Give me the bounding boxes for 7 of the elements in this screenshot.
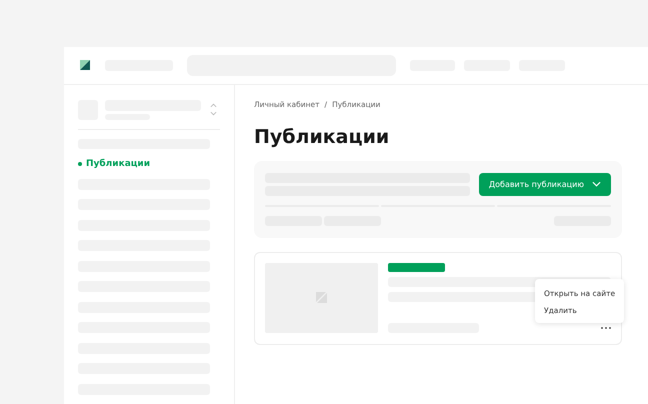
add-publication-button[interactable]: Добавить публикацию <box>478 172 611 196</box>
status-bar <box>388 262 445 272</box>
logo-icon <box>80 60 90 70</box>
more-button[interactable] <box>601 324 611 330</box>
page-title: Публикации <box>254 124 390 148</box>
sidebar-item[interactable]: Публикации <box>78 158 234 170</box>
caret-icon <box>592 181 601 187</box>
